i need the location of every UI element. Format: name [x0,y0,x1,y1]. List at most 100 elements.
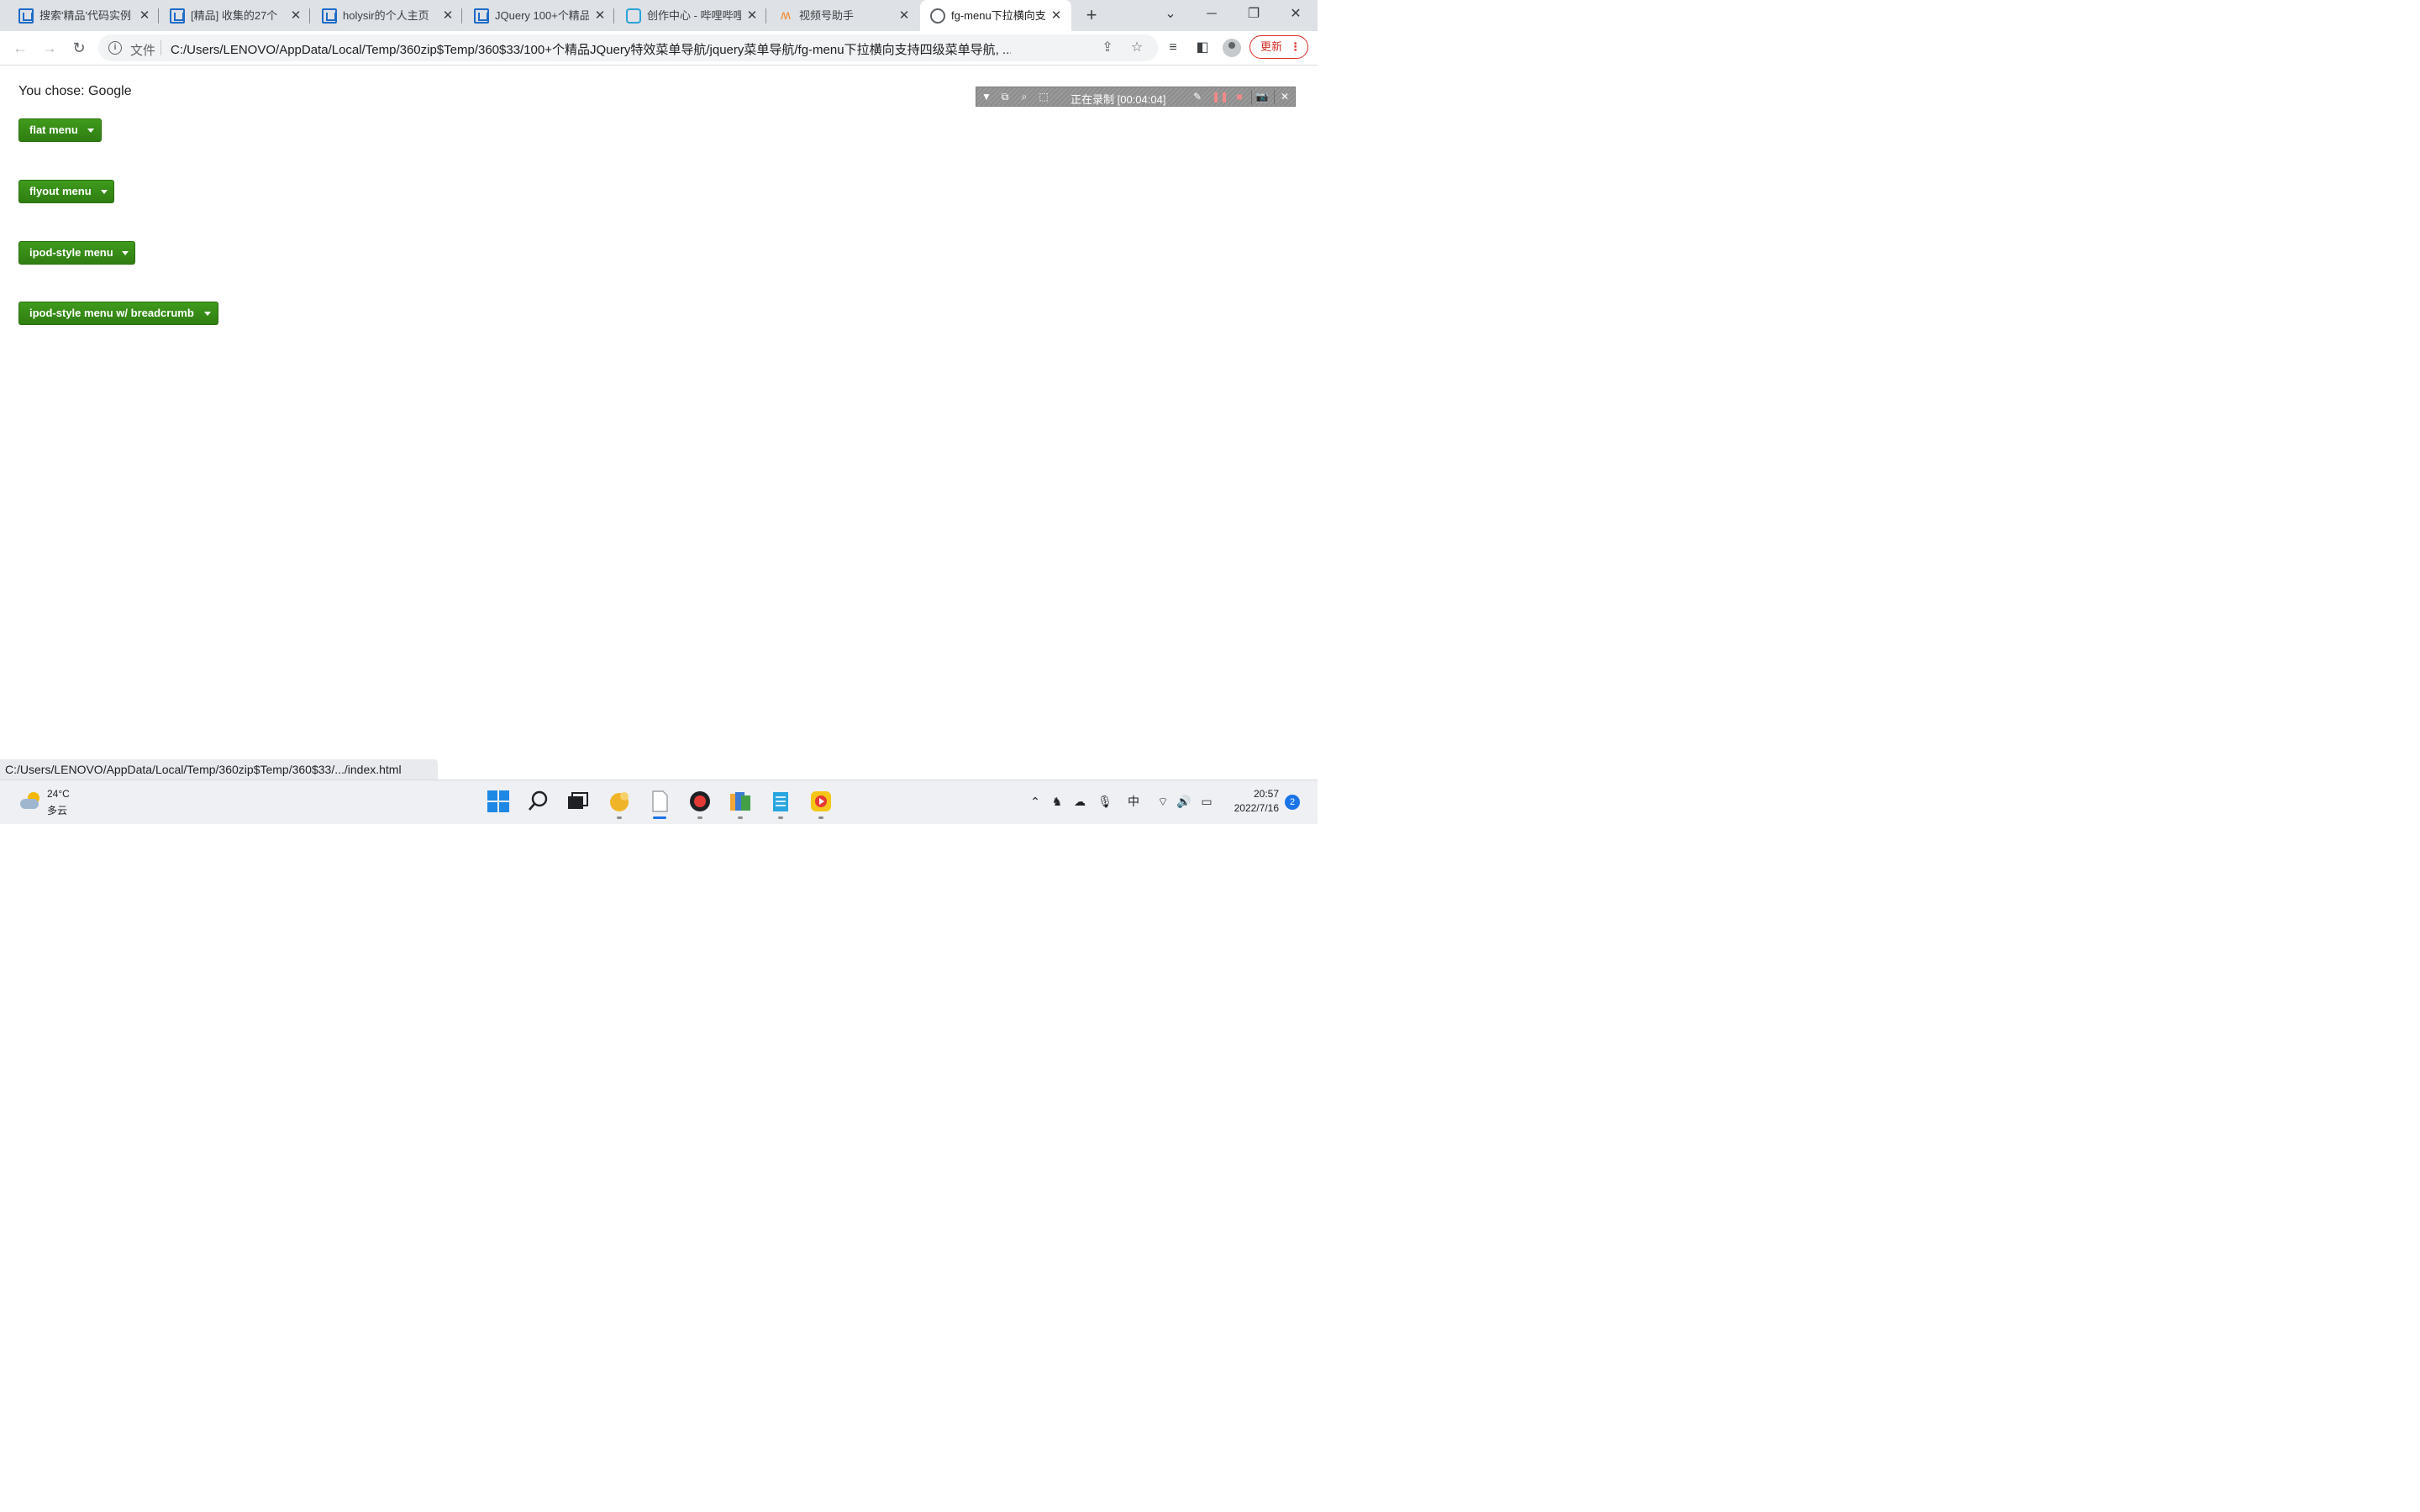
reload-icon[interactable]: ↻ [69,38,89,58]
scheme-divider [160,40,161,55]
file-glyph [652,790,668,812]
volume-icon[interactable]: 🔊 [1176,794,1192,809]
caret-down-icon [204,312,211,316]
ipod-breadcrumb-menu-button[interactable]: ipod-style menu w/ breadcrumb [18,302,218,325]
camera-icon[interactable]: 📷 [1255,90,1269,103]
close-tab-icon[interactable]: ✕ [441,8,455,23]
search-icon[interactable] [526,789,551,814]
close-tab-icon[interactable]: ✕ [745,8,759,23]
file-explorer-icon[interactable] [728,789,753,819]
flat-menu-button[interactable]: flat menu [18,118,102,142]
magnifier-glyph [529,790,548,811]
tab-1[interactable]: 搜索'精品'代码实例 ✕ [8,0,159,31]
chevron-up-icon[interactable]: ⌃ [1028,794,1043,809]
tab-title: 视频号助手 [799,9,855,22]
dropdown-icon[interactable]: ▼ [980,90,993,103]
url-text[interactable]: C:/Users/LENOVO/AppData/Local/Temp/360zi… [171,40,1011,58]
forward-icon[interactable]: → [39,38,60,58]
tab-title: [精品] 收集的27个 [191,9,278,22]
tab-title: holysir的个人主页 [343,9,429,22]
recorder-app-icon[interactable] [687,789,713,819]
video-editor-glyph [811,791,831,811]
side-panel-icon[interactable]: ◧ [1193,39,1212,57]
recorder-divider [1251,90,1252,104]
close-tab-icon[interactable]: ✕ [289,8,302,23]
more-menu-icon[interactable]: ⋮ [1290,36,1301,58]
region-icon[interactable]: ⬚ [1037,90,1050,103]
ipod-menu-button[interactable]: ipod-style menu [18,241,135,265]
close-tab-icon[interactable]: ✕ [138,8,151,23]
clock-date: 2022/7/16 [1234,802,1279,814]
page-content: You chose: Google flat menu flyout menu … [0,66,1318,780]
menu-button-label: ipod-style menu [29,246,113,259]
battery-icon[interactable]: ▭ [1199,794,1214,809]
active-indicator [653,816,666,819]
close-recorder-icon[interactable]: ✕ [1278,90,1292,103]
zoom-icon[interactable]: ⌕ [1018,90,1031,103]
task-view-icon[interactable] [565,789,590,814]
notification-badge[interactable]: 2 [1285,795,1300,810]
tab-divider [158,8,159,24]
menu-button-label: flyout menu [29,185,92,197]
app-yellow-glyph [610,792,629,811]
clock[interactable]: 20:57 2022/7/16 [1228,787,1279,816]
reading-list-icon[interactable]: ≡ [1164,39,1182,57]
weather-condition[interactable]: 多云 [47,803,67,817]
flyout-menu-button[interactable]: flyout menu [18,180,114,203]
windows-logo [487,790,509,812]
clock-time: 20:57 [1253,788,1279,800]
stop-icon[interactable]: ■ [1233,90,1246,103]
close-tab-icon[interactable]: ✕ [1050,8,1063,23]
tab-active[interactable]: fg-menu下拉横向支持 ✕ [920,0,1071,31]
notepad-icon[interactable] [768,789,793,819]
weather-icon[interactable] [18,790,40,812]
bookmark-star-icon[interactable]: ☆ [1128,39,1145,56]
running-indicator [738,816,743,819]
notepad-glyph [773,792,788,811]
tab-search-icon[interactable]: ⌄ [1159,5,1182,24]
minimize-icon[interactable]: ─ [1200,5,1223,24]
close-tab-icon[interactable]: ✕ [897,8,911,23]
info-icon[interactable]: i [108,41,122,55]
tab-title: JQuery 100+个精品 [495,9,589,22]
menu-button-label: ipod-style menu w/ breadcrumb [29,307,194,319]
share-icon[interactable]: ⇪ [1099,39,1116,56]
pen-icon[interactable]: ✎ [1191,90,1204,103]
close-window-icon[interactable]: ✕ [1284,5,1307,24]
ime-indicator[interactable]: 中 [1126,794,1141,809]
caret-down-icon [87,129,94,133]
address-bar[interactable]: i 文件 C:/Users/LENOVO/AppData/Local/Temp/… [98,34,1158,61]
wifi-icon[interactable]: ⌔ [1155,794,1171,809]
status-bubble: C:/Users/LENOVO/AppData/Local/Temp/360zi… [0,759,438,780]
csdn-icon [474,8,489,24]
taskbar: 24°C 多云 ⌃ ♞ ☁ 🎙 中 ⌔ 🔊 ▭ 20:57 2022/7/16 … [0,780,1318,824]
onedrive-icon[interactable]: ☁ [1072,794,1087,809]
tab-divider [461,8,462,24]
restore-icon[interactable]: ❐ [1242,5,1265,24]
start-icon[interactable] [486,789,511,814]
caret-down-icon [101,190,108,194]
close-tab-icon[interactable]: ✕ [593,8,607,23]
app-yellow-icon[interactable] [607,789,632,819]
video-editor-icon[interactable] [808,789,834,819]
tab-6[interactable]: ʍ 视频号助手 ✕ [768,0,918,31]
back-icon[interactable]: ← [10,38,30,58]
tab-4[interactable]: JQuery 100+个精品 ✕ [464,0,614,31]
microphone-icon[interactable]: 🎙 [1097,794,1113,809]
update-button[interactable]: 更新 ⋮ [1249,35,1308,59]
tab-2[interactable]: [精品] 收集的27个 ✕ [160,0,310,31]
profile-avatar[interactable] [1223,39,1241,57]
tab-divider [613,8,614,24]
browser-toolbar: ← → ↻ i 文件 C:/Users/LENOVO/AppData/Local… [0,31,1318,66]
weather-temp[interactable]: 24°C [47,788,70,800]
recorder-divider [1274,90,1275,104]
tab-5[interactable]: 创作中心 - 哔哩哔哩 ✕ [616,0,766,31]
pause-icon[interactable]: ❚❚ [1212,90,1228,103]
tab-3[interactable]: holysir的个人主页 ✕ [312,0,462,31]
window-icon[interactable]: ⧉ [998,90,1012,103]
qq-icon[interactable]: ♞ [1050,794,1065,809]
file-app-icon[interactable] [647,789,672,819]
task-view-glyph [568,792,588,809]
new-tab-icon[interactable]: + [1081,6,1102,26]
csdn-icon [170,8,185,24]
